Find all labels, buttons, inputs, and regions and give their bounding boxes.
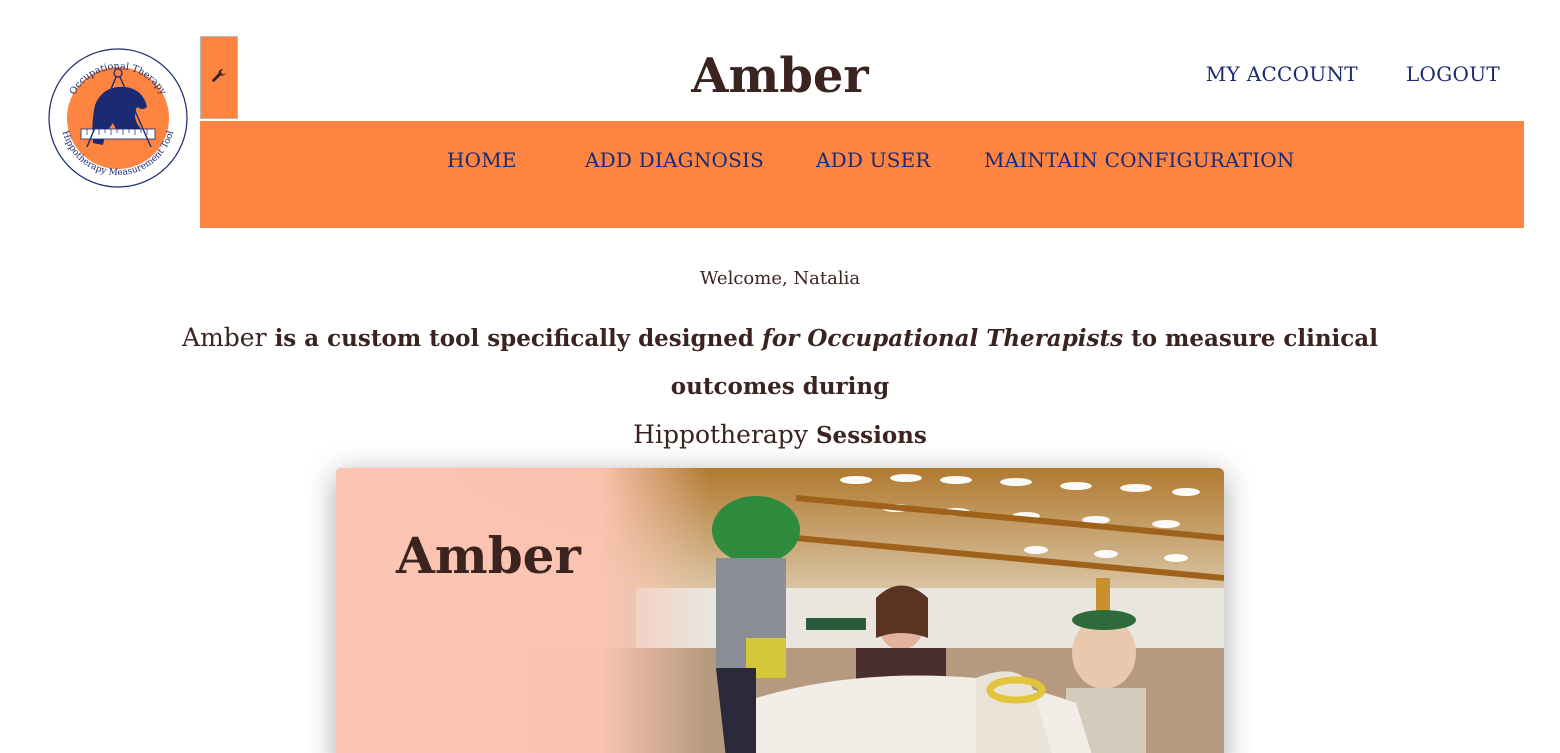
tagline-audience: Occupational Therapists <box>799 325 1124 352</box>
welcome-message: Welcome, Natalia <box>699 268 861 289</box>
nav-maintain-configuration[interactable]: MAINTAIN CONFIGURATION <box>984 148 1295 172</box>
account-links: MY ACCOUNT LOGOUT <box>1206 62 1500 86</box>
nav-add-user[interactable]: ADD USER <box>816 148 931 172</box>
tagline-hippotherapy: Hippotherapy <box>633 420 808 449</box>
logout-link[interactable]: LOGOUT <box>1406 62 1500 86</box>
tagline-for: for <box>762 325 800 352</box>
tagline-text: is a custom tool specifically designed <box>266 325 763 352</box>
hippotherapy-session-photo <box>336 468 1224 753</box>
tagline-app-name: Amber <box>182 323 267 352</box>
hero-title: Amber <box>396 526 581 585</box>
page: Occupational Therapy Hippotherapy Measur… <box>0 0 1560 753</box>
nav-add-diagnosis[interactable]: ADD DIAGNOSIS <box>585 148 764 172</box>
hero-banner: Amber <box>336 468 1224 753</box>
tagline-sessions: Sessions <box>807 422 927 449</box>
nav-home[interactable]: HOME <box>447 148 517 172</box>
tagline: Amber is a custom tool specifically desi… <box>130 314 1430 460</box>
my-account-link[interactable]: MY ACCOUNT <box>1206 62 1358 86</box>
main-nav: HOME ADD DIAGNOSIS ADD USER MAINTAIN CON… <box>200 121 1524 228</box>
